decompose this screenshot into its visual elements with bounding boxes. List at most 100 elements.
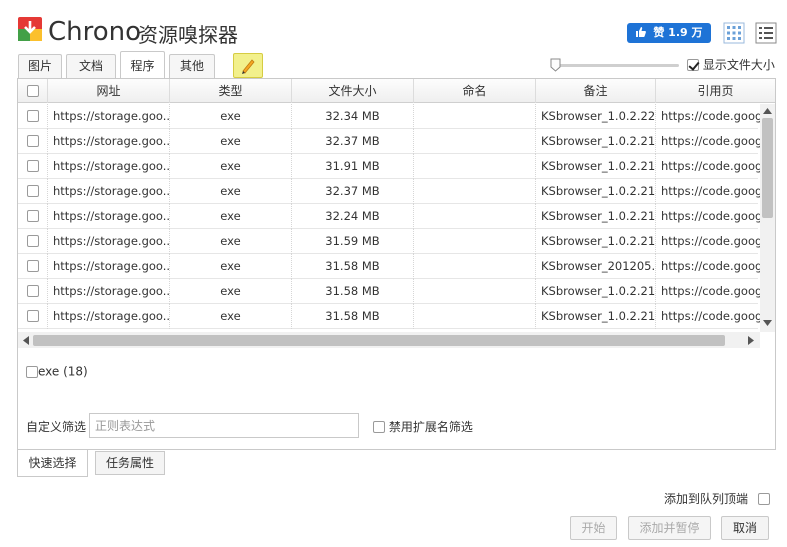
row-checkbox[interactable] [26, 159, 39, 172]
column-header-url[interactable]: 网址 [48, 79, 170, 103]
row-select-cell[interactable] [18, 229, 48, 254]
cell-referrer: https://code.googl [661, 184, 766, 198]
table-row[interactable]: https://storage.goo... exe 32.37 MB KSbr… [18, 129, 765, 154]
filter-exe-option[interactable]: exe (18) [26, 364, 88, 379]
cell-name[interactable] [414, 279, 536, 304]
cell-name[interactable] [414, 304, 536, 329]
cell-note: KSbrowser_1.0.2.21... [536, 229, 656, 254]
horizontal-scroll-thumb[interactable] [33, 335, 725, 346]
scroll-down-arrow-icon[interactable] [763, 320, 772, 326]
table-row[interactable]: https://storage.goo... exe 31.91 MB KSbr… [18, 154, 765, 179]
scroll-right-arrow-icon[interactable] [748, 336, 754, 345]
cell-name[interactable] [414, 229, 536, 254]
app-subtitle: 资源嗅探器 [138, 23, 238, 47]
add-to-queue-top-option[interactable]: 添加到队列顶端 [664, 490, 770, 507]
cell-type: exe [170, 204, 292, 229]
edit-tab-button[interactable] [233, 53, 263, 78]
cell-referrer: https://code.googl [661, 309, 766, 323]
table-row[interactable]: https://storage.goo... exe 32.24 MB KSbr… [18, 204, 765, 229]
start-button[interactable]: 开始 [570, 516, 617, 540]
show-file-size-option[interactable]: 显示文件大小 [687, 56, 775, 73]
row-checkbox[interactable] [26, 134, 39, 147]
column-header-name[interactable]: 命名 [414, 79, 536, 103]
tab-images[interactable]: 图片 [18, 54, 62, 78]
cell-name[interactable] [414, 254, 536, 279]
size-slider-track[interactable] [555, 64, 679, 67]
row-checkbox[interactable] [26, 309, 39, 322]
cell-url: https://storage.goo... [48, 304, 170, 329]
select-all-checkbox[interactable] [26, 84, 39, 97]
scroll-left-arrow-icon[interactable] [23, 336, 29, 345]
row-select-cell[interactable] [18, 304, 48, 329]
table-row[interactable]: https://storage.goo... exe 31.58 MB KSbr… [18, 279, 765, 304]
size-slider-thumb[interactable] [550, 58, 561, 72]
cell-name[interactable] [414, 129, 536, 154]
cell-note: KSbrowser_1.0.2.21... [536, 129, 656, 154]
row-checkbox[interactable] [26, 184, 39, 197]
table-header: 网址 类型 文件大小 命名 备注 引用页 [18, 79, 775, 103]
row-select-cell[interactable] [18, 154, 48, 179]
row-select-cell[interactable] [18, 129, 48, 154]
tab-quick-select[interactable]: 快速选择 [17, 450, 88, 477]
show-file-size-label: 显示文件大小 [702, 58, 775, 72]
cell-url: https://storage.goo... [48, 229, 170, 254]
table-row[interactable]: https://storage.goo... exe 32.37 MB KSbr… [18, 179, 765, 204]
row-select-cell[interactable] [18, 254, 48, 279]
cell-name[interactable] [414, 179, 536, 204]
column-header-referrer[interactable]: 引用页 [656, 79, 775, 103]
cell-size: 31.58 MB [292, 304, 414, 329]
disable-extension-filter-label: 禁用扩展名筛选 [388, 420, 473, 434]
cell-size: 32.37 MB [292, 129, 414, 154]
row-checkbox[interactable] [26, 109, 39, 122]
row-checkbox[interactable] [26, 209, 39, 222]
add-to-queue-top-checkbox[interactable] [757, 492, 770, 505]
select-all-cell[interactable] [18, 79, 48, 103]
cell-name[interactable] [414, 154, 536, 179]
row-checkbox[interactable] [26, 234, 39, 247]
cell-referrer: https://code.googl [661, 284, 766, 298]
cell-url: https://storage.goo... [48, 204, 170, 229]
row-checkbox[interactable] [26, 259, 39, 272]
cell-type: exe [170, 304, 292, 329]
row-checkbox[interactable] [26, 284, 39, 297]
tab-task-properties[interactable]: 任务属性 [95, 451, 165, 475]
cell-url: https://storage.goo... [48, 254, 170, 279]
regex-filter-input[interactable] [89, 413, 359, 438]
cell-type: exe [170, 254, 292, 279]
table-row[interactable]: https://storage.goo... exe 32.34 MB KSbr… [18, 104, 765, 129]
cancel-button[interactable]: 取消 [721, 516, 769, 540]
tab-programs[interactable]: 程序 [120, 51, 165, 79]
cell-name[interactable] [414, 104, 536, 129]
disable-extension-filter-checkbox[interactable] [373, 420, 385, 433]
cell-note: KSbrowser_201205... [536, 254, 656, 279]
show-file-size-checkbox[interactable] [687, 58, 699, 71]
cell-note: KSbrowser_1.0.2.22... [536, 104, 656, 129]
table-row[interactable]: https://storage.goo... exe 31.59 MB KSbr… [18, 229, 765, 254]
list-view-icon[interactable] [755, 22, 777, 44]
resource-table: 网址 类型 文件大小 命名 备注 引用页 https://storage.goo… [18, 79, 775, 332]
column-header-type[interactable]: 类型 [170, 79, 292, 103]
column-header-size[interactable]: 文件大小 [292, 79, 414, 103]
filter-exe-checkbox[interactable] [26, 365, 38, 378]
disable-extension-filter-option[interactable]: 禁用扩展名筛选 [373, 418, 473, 435]
vertical-scroll-thumb[interactable] [762, 118, 773, 218]
column-header-note[interactable]: 备注 [536, 79, 656, 103]
cell-size: 31.58 MB [292, 254, 414, 279]
add-and-pause-button[interactable]: 添加并暂停 [628, 516, 711, 540]
scroll-up-arrow-icon[interactable] [763, 108, 772, 114]
cell-size: 32.37 MB [292, 179, 414, 204]
cell-note: KSbrowser_1.0.2.21... [536, 204, 656, 229]
cell-name[interactable] [414, 204, 536, 229]
like-button[interactable]: 赞 1.9 万 [627, 23, 711, 43]
row-select-cell[interactable] [18, 204, 48, 229]
cell-size: 32.34 MB [292, 104, 414, 129]
tab-documents[interactable]: 文档 [66, 54, 116, 78]
row-select-cell[interactable] [18, 279, 48, 304]
filter-exe-label: exe (18) [38, 364, 88, 379]
row-select-cell[interactable] [18, 104, 48, 129]
grid-view-icon[interactable] [723, 22, 745, 44]
row-select-cell[interactable] [18, 179, 48, 204]
table-row[interactable]: https://storage.goo... exe 31.58 MB KSbr… [18, 304, 765, 329]
table-row[interactable]: https://storage.goo... exe 31.58 MB KSbr… [18, 254, 765, 279]
tab-others[interactable]: 其他 [169, 54, 215, 78]
